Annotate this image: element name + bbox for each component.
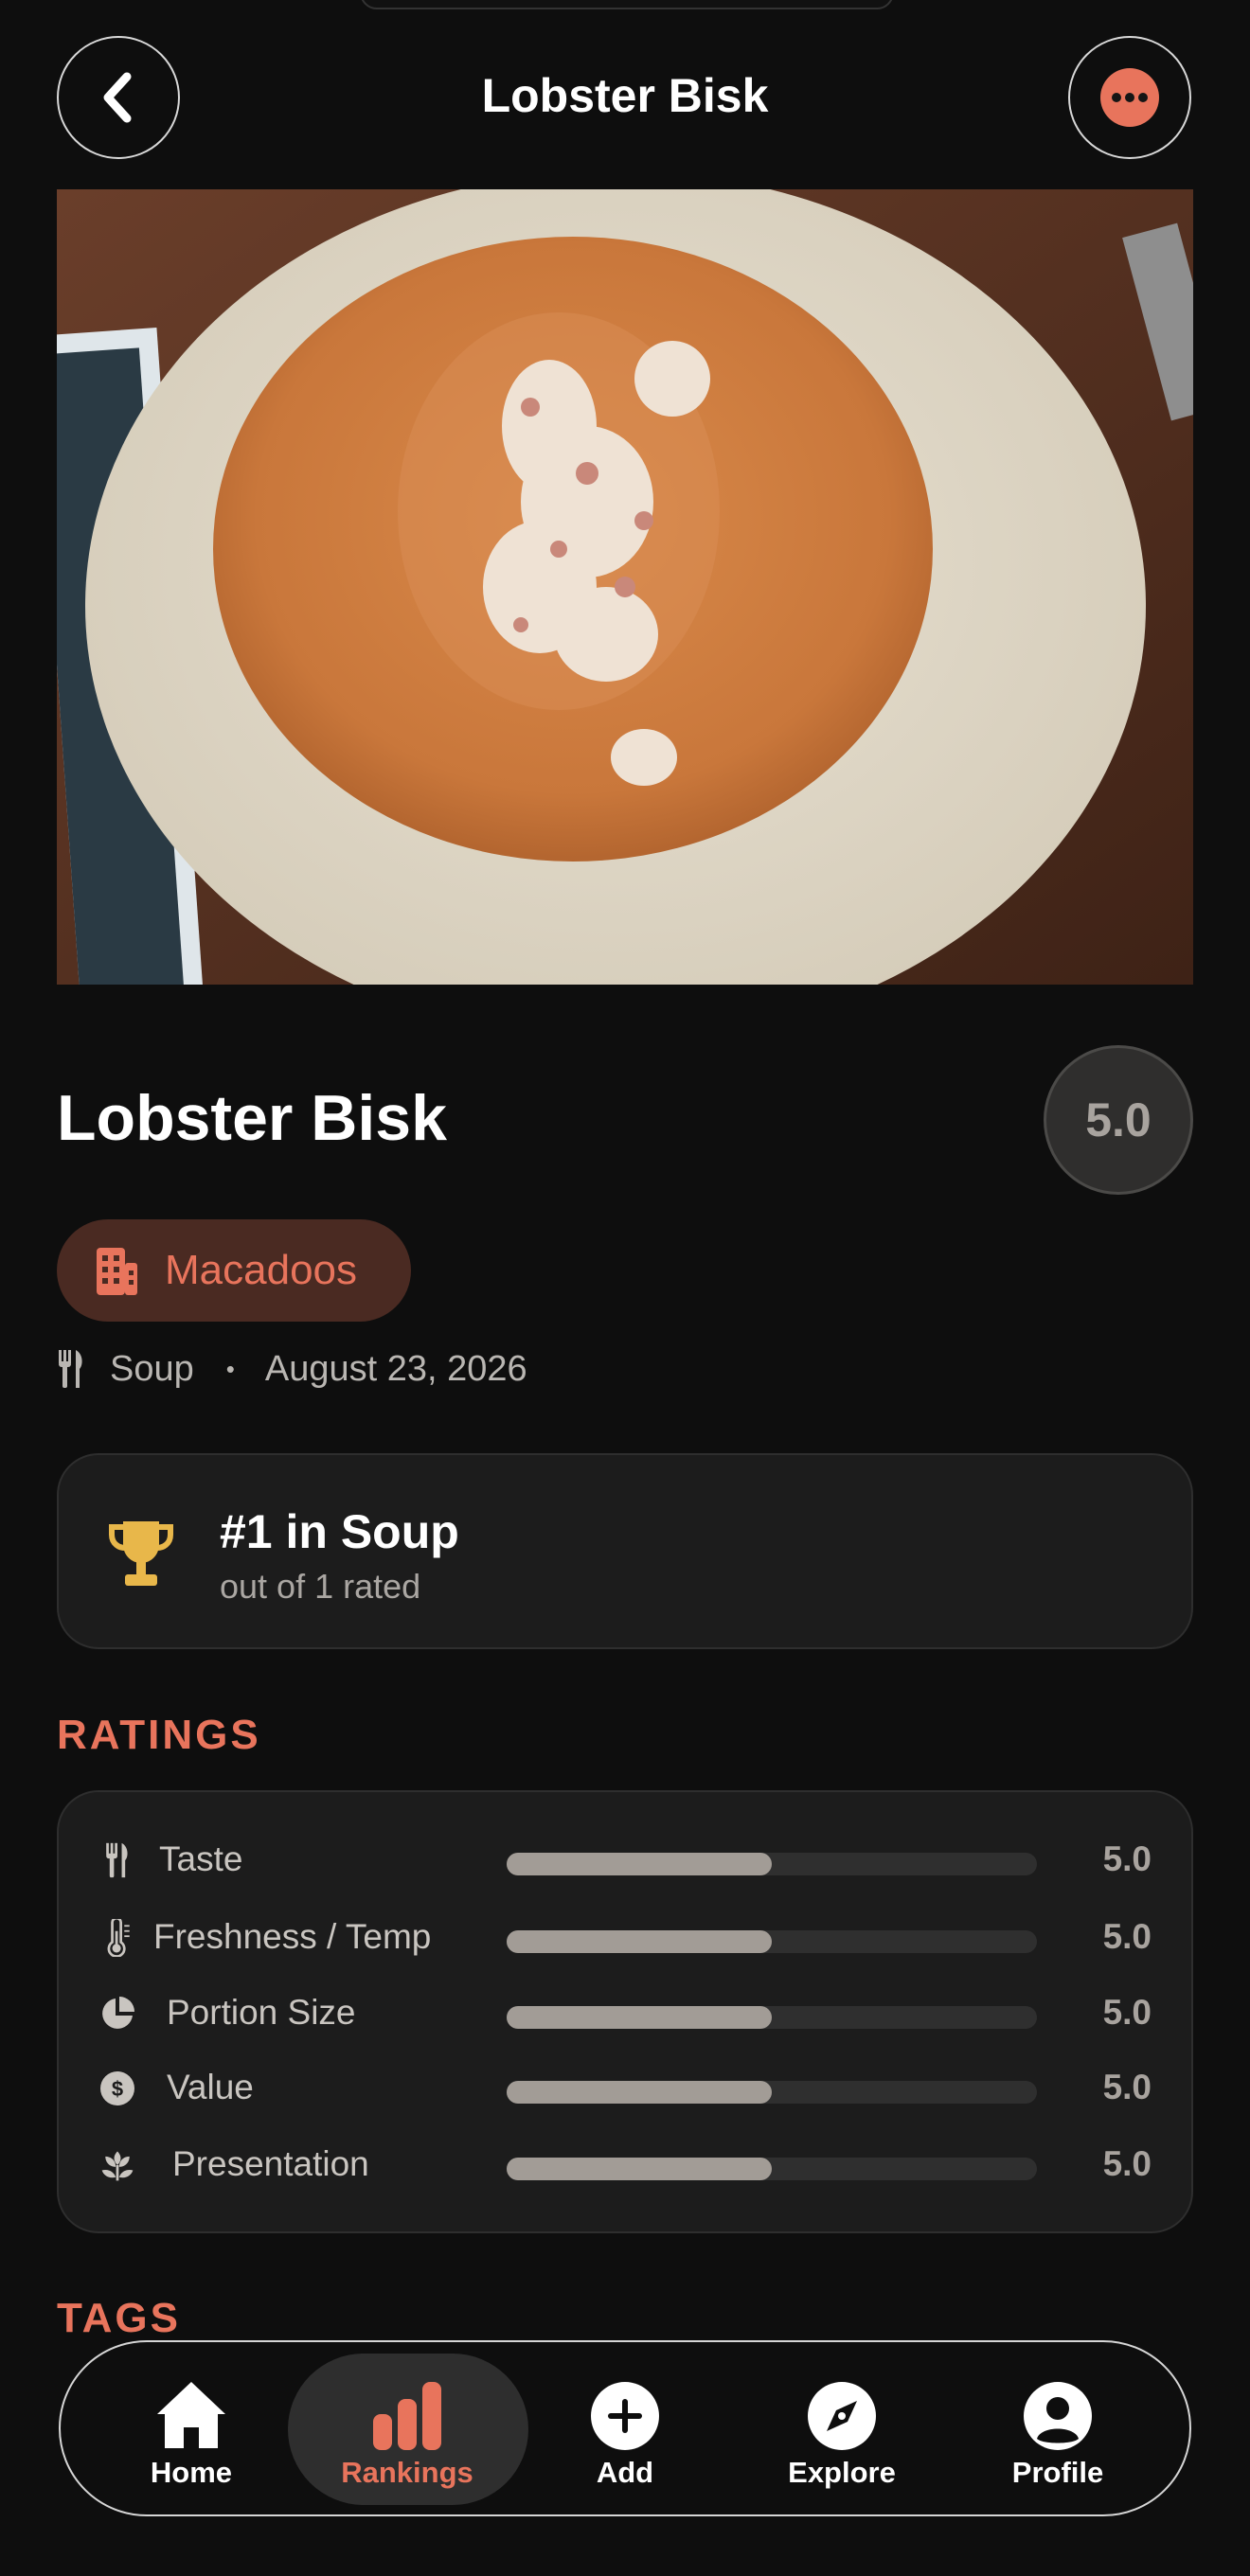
tab-rankings[interactable]: Rankings bbox=[312, 2342, 502, 2518]
bar-chart-icon bbox=[373, 2382, 441, 2450]
dish-name: Lobster Bisk bbox=[57, 1082, 447, 1154]
tab-label: Home bbox=[150, 2456, 233, 2489]
rating-bar-fill bbox=[507, 2158, 772, 2180]
fork-knife-icon bbox=[59, 1350, 82, 1388]
ellipsis-icon bbox=[1100, 68, 1159, 127]
building-icon bbox=[97, 1248, 137, 1295]
ratings-heading: RATINGS bbox=[57, 1712, 261, 1758]
dish-meta: Soup • August 23, 2026 bbox=[57, 1344, 527, 1394]
rating-label: Taste bbox=[159, 1839, 243, 1878]
rating-bar bbox=[507, 1853, 1037, 1875]
rating-row-freshness: Freshness / Temp 5.0 bbox=[59, 1910, 1195, 1966]
rating-label: Presentation bbox=[172, 2144, 369, 2183]
rating-bar-fill bbox=[507, 1853, 772, 1875]
rating-bar-fill bbox=[507, 1930, 772, 1953]
tab-explore[interactable]: Explore bbox=[747, 2342, 937, 2518]
more-options-button[interactable] bbox=[1068, 36, 1191, 159]
plus-circle-icon bbox=[591, 2382, 659, 2450]
rating-bar bbox=[507, 2158, 1037, 2180]
restaurant-chip[interactable]: Macadoos bbox=[57, 1219, 411, 1322]
tab-profile[interactable]: Profile bbox=[963, 2342, 1152, 2518]
device-notch bbox=[360, 0, 894, 9]
rating-row-portion: Portion Size 5.0 bbox=[59, 1985, 1195, 2042]
rating-value: 5.0 bbox=[1102, 2144, 1152, 2183]
tags-heading: TAGS bbox=[57, 2295, 181, 2341]
dish-photo[interactable] bbox=[57, 189, 1193, 985]
rating-row-presentation: Presentation 5.0 bbox=[59, 2137, 1195, 2194]
ratings-card: Taste 5.0 Freshness / Temp 5.0 Portion S… bbox=[57, 1790, 1193, 2233]
page-title: Lobster Bisk bbox=[481, 69, 769, 122]
trophy-icon bbox=[109, 1521, 173, 1586]
rating-bar-fill bbox=[507, 2081, 772, 2104]
dish-category: Soup bbox=[110, 1348, 194, 1389]
tab-label: Explore bbox=[788, 2456, 896, 2489]
rating-row-value: $ Value 5.0 bbox=[59, 2060, 1195, 2117]
restaurant-name: Macadoos bbox=[165, 1247, 358, 1293]
food-photo bbox=[57, 189, 1193, 985]
compass-icon bbox=[808, 2382, 876, 2450]
tab-add[interactable]: Add bbox=[530, 2342, 720, 2518]
tab-home[interactable]: Home bbox=[97, 2342, 286, 2518]
meta-separator: • bbox=[225, 1354, 235, 1383]
fork-knife-icon bbox=[106, 1842, 128, 1878]
rating-value: 5.0 bbox=[1102, 1917, 1152, 1956]
svg-text:$: $ bbox=[112, 2077, 123, 2101]
thermometer-icon bbox=[107, 1919, 130, 1957]
ranking-card: #1 in Soup out of 1 rated bbox=[57, 1453, 1193, 1649]
flower-icon bbox=[101, 2151, 134, 2181]
dollar-icon: $ bbox=[100, 2071, 134, 2105]
tab-label: Profile bbox=[1011, 2456, 1104, 2489]
rating-label: Freshness / Temp bbox=[153, 1917, 432, 1956]
rating-row-taste: Taste 5.0 bbox=[59, 1832, 1195, 1889]
rating-label: Portion Size bbox=[167, 1993, 356, 2032]
rating-value: 5.0 bbox=[1102, 2068, 1152, 2106]
rating-value: 5.0 bbox=[1102, 1839, 1152, 1878]
dish-date: August 23, 2026 bbox=[264, 1348, 527, 1389]
person-icon bbox=[1024, 2382, 1092, 2450]
tab-label: Add bbox=[596, 2456, 654, 2489]
rank-title: #1 in Soup bbox=[220, 1505, 459, 1558]
rating-bar bbox=[507, 2081, 1037, 2104]
rating-bar bbox=[507, 2006, 1037, 2029]
home-icon bbox=[157, 2382, 225, 2448]
rating-label: Value bbox=[167, 2068, 254, 2106]
overall-score-badge: 5.0 bbox=[1044, 1045, 1193, 1195]
tab-label: Rankings bbox=[341, 2456, 473, 2489]
rating-bar-fill bbox=[507, 2006, 772, 2029]
bottom-tab-bar: Home Rankings Add Explore Profile bbox=[59, 2340, 1191, 2516]
rank-subtitle: out of 1 rated bbox=[220, 1567, 421, 1606]
rating-value: 5.0 bbox=[1102, 1993, 1152, 2032]
rating-bar bbox=[507, 1930, 1037, 1953]
pie-chart-icon bbox=[102, 1997, 134, 2029]
